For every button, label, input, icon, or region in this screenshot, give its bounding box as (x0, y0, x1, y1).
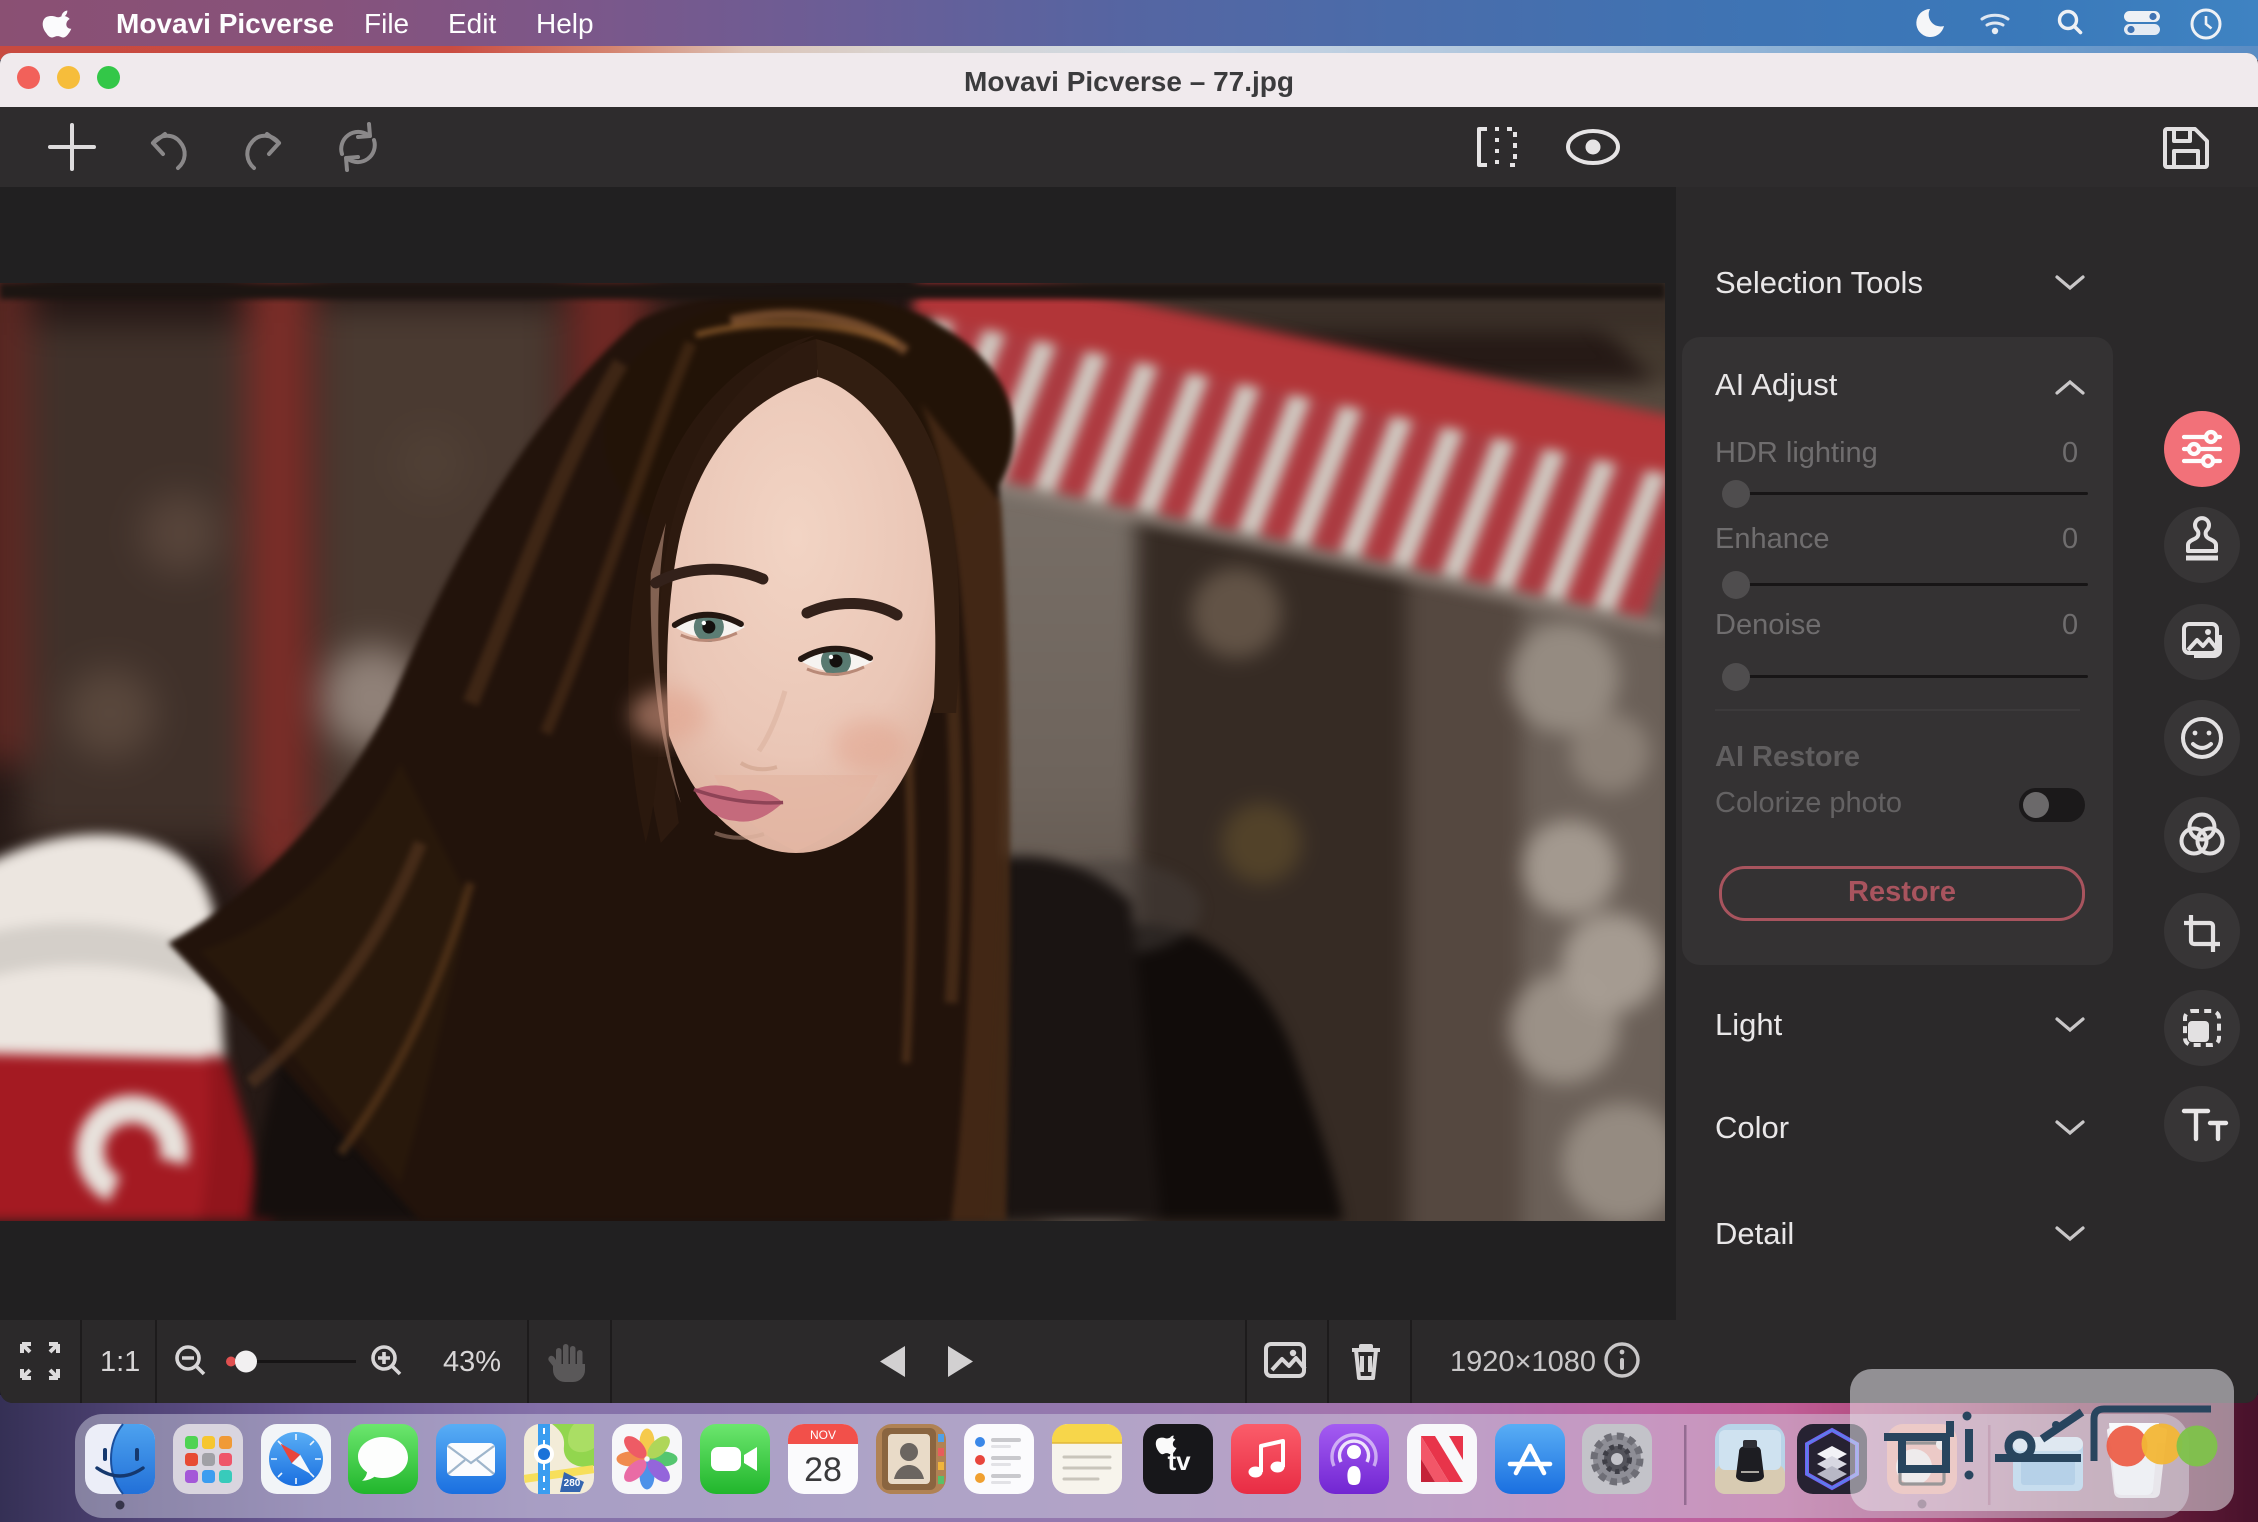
svg-text:43%: 43% (443, 1346, 501, 1378)
svg-text:NOV: NOV (810, 1428, 836, 1442)
svg-text:280: 280 (564, 1478, 581, 1489)
svg-text:1920×1080: 1920×1080 (1450, 1346, 1596, 1378)
svg-text:28: 28 (804, 1451, 842, 1489)
svg-text:1:1: 1:1 (100, 1346, 140, 1378)
